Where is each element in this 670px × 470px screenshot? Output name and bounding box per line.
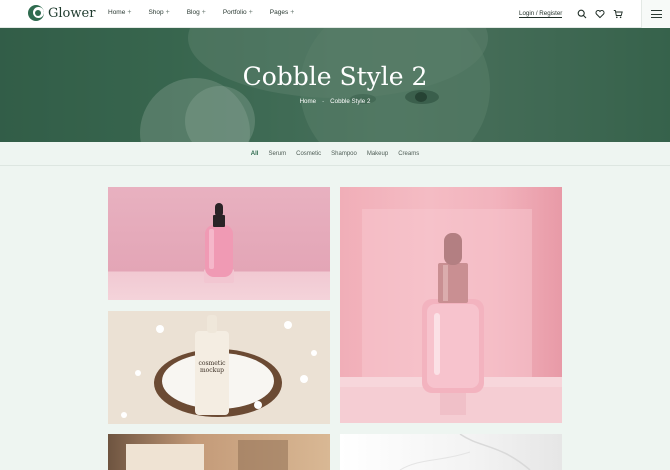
portfolio-item[interactable]: cosmetic mockup: [108, 311, 330, 424]
nav-item-home[interactable]: Home +: [108, 9, 131, 16]
nav-label: Home: [108, 9, 126, 16]
marble-image: [399, 434, 531, 470]
mockup-label: cosmetic mockup: [198, 360, 226, 374]
portfolio-item[interactable]: [108, 187, 330, 300]
logo-icon: [28, 5, 44, 21]
nav-label: Shop: [148, 9, 164, 16]
filter-creams[interactable]: Creams: [398, 151, 419, 157]
search-icon[interactable]: [577, 9, 587, 19]
nav-label: Pages: [269, 9, 289, 16]
nav-item-pages[interactable]: Pages +: [270, 9, 295, 16]
heart-icon[interactable]: [595, 9, 605, 19]
brand-name: Glower: [48, 5, 96, 21]
breadcrumb-current: Cobble Style 2: [330, 98, 371, 105]
filter-cosmetic[interactable]: Cosmetic: [296, 151, 321, 157]
nav-label: Portfolio: [222, 9, 247, 16]
login-register-link[interactable]: Login / Register: [519, 10, 563, 18]
filter-makeup[interactable]: Makeup: [367, 151, 388, 157]
filter-all[interactable]: All: [251, 151, 259, 157]
portfolio-item[interactable]: [340, 187, 562, 423]
portfolio-item[interactable]: [108, 434, 330, 470]
logo[interactable]: Glower: [28, 5, 95, 21]
breadcrumb-home-link[interactable]: Home: [300, 98, 317, 105]
plus-icon: +: [165, 9, 170, 16]
portfolio-filter-bar: All Serum Cosmetic Shampoo Makeup Creams: [0, 142, 670, 166]
cart-icon[interactable]: [613, 9, 623, 19]
plus-icon: +: [290, 9, 295, 16]
nav-item-shop[interactable]: Shop +: [148, 9, 169, 16]
site-header: Glower Home + Shop + Blog + Portfolio + Page…: [0, 0, 670, 28]
breadcrumb: Home - Cobble Style 2: [0, 98, 670, 105]
portfolio-item[interactable]: [340, 434, 562, 470]
page-hero: Cobble Style 2 Home - Cobble Style 2: [0, 28, 670, 142]
plus-icon: +: [201, 9, 206, 16]
page-title: Cobble Style 2: [242, 62, 428, 91]
serum-bottle-image: [340, 209, 562, 423]
plus-icon: +: [127, 9, 132, 16]
main-nav: Home + Shop + Blog + Portfolio + Pages +: [108, 9, 311, 16]
serum-bottle-image: [204, 203, 234, 283]
nav-item-blog[interactable]: Blog +: [187, 9, 206, 16]
nav-label: Blog: [186, 9, 200, 16]
filter-shampoo[interactable]: Shampoo: [331, 151, 357, 157]
hamburger-menu-button[interactable]: [641, 0, 670, 28]
plus-icon: +: [248, 9, 253, 16]
filter-serum[interactable]: Serum: [268, 151, 286, 157]
breadcrumb-separator: -: [322, 98, 325, 105]
packaging-image: [126, 440, 288, 470]
nav-item-portfolio[interactable]: Portfolio +: [223, 9, 253, 16]
